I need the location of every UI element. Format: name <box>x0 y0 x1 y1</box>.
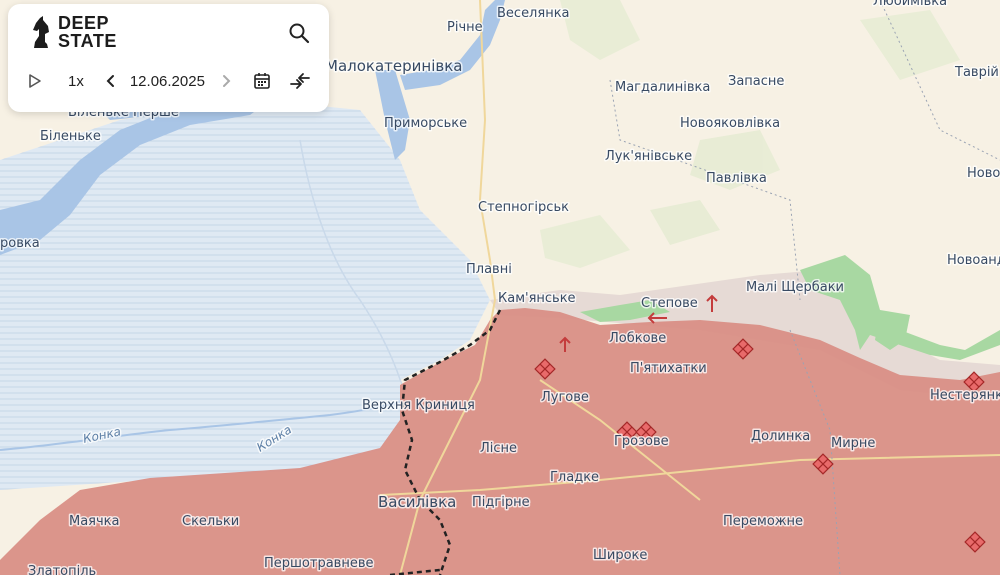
place-label: Долинка <box>751 429 810 444</box>
place-label: Степногірськ <box>478 200 569 215</box>
chevron-right-icon <box>222 75 231 87</box>
place-label: Лобкове <box>609 331 666 346</box>
place-label: ровка <box>0 236 40 251</box>
logo-line1: DEEP <box>58 13 110 33</box>
knight-logo-icon <box>33 16 49 48</box>
chevron-left-icon <box>106 75 114 87</box>
timeline-controls: 1x 12.06.2025 <box>28 68 311 94</box>
control-panel: DEEP STATE 1x 12.06.2025 <box>8 4 329 112</box>
place-label: Малокатеринівка <box>325 57 462 75</box>
place-label: Новояковлівка <box>680 116 780 131</box>
place-label: Широке <box>593 548 647 563</box>
search-button[interactable] <box>288 22 310 44</box>
compare-button[interactable] <box>289 72 311 90</box>
place-label: Лугове <box>541 390 589 405</box>
current-date[interactable]: 12.06.2025 <box>130 73 205 90</box>
place-label: Скельки <box>182 514 239 529</box>
place-label: Магдалинівка <box>615 80 710 95</box>
place-label: Таврій <box>954 65 999 80</box>
place-label: Любимівка <box>873 0 947 9</box>
place-label: Грозове <box>614 434 669 449</box>
calendar-icon <box>254 73 270 89</box>
place-label: Павлівка <box>706 171 767 186</box>
place-label: П'ятихатки <box>630 361 707 376</box>
next-date-button[interactable] <box>221 74 231 88</box>
calendar-button[interactable] <box>253 72 271 90</box>
place-label: Підгірне <box>472 495 530 510</box>
place-label: Гладке <box>550 470 599 485</box>
place-label: Златопіль <box>28 564 96 575</box>
speed-toggle[interactable]: 1x <box>68 73 84 90</box>
place-label: Маячка <box>69 514 120 529</box>
place-label: Верхня Криниця <box>362 398 475 413</box>
place-label: Переможне <box>723 514 803 529</box>
place-label: Новоандр <box>947 253 1000 268</box>
place-label: Першотравневе <box>264 556 373 571</box>
place-label: Кам'янське <box>498 291 576 306</box>
previous-date-button[interactable] <box>106 74 116 88</box>
logo-line2: STATE <box>58 31 117 51</box>
place-label: Нестерянка <box>930 388 1000 403</box>
place-label: Ново <box>967 166 1000 181</box>
place-label: Мирне <box>831 436 875 451</box>
logo[interactable]: DEEP STATE <box>30 14 117 50</box>
place-label: Малі Щербаки <box>746 280 844 295</box>
search-icon <box>289 23 310 44</box>
place-label: Степове <box>641 296 698 311</box>
place-label: Лісне <box>480 441 517 456</box>
place-label: Запасне <box>728 74 784 89</box>
place-label: Річне <box>447 20 483 35</box>
compare-icon <box>290 73 310 89</box>
place-label: Лук'янівське <box>605 149 692 164</box>
place-label: Біленьке <box>40 129 101 144</box>
play-icon <box>29 74 41 88</box>
place-label: Веселянка <box>497 6 570 21</box>
place-label: Приморське <box>384 116 467 131</box>
place-label: Плавні <box>466 262 512 277</box>
play-button[interactable] <box>28 73 42 89</box>
logo-text: DEEP STATE <box>58 14 117 50</box>
place-label: Василівка <box>378 493 456 511</box>
